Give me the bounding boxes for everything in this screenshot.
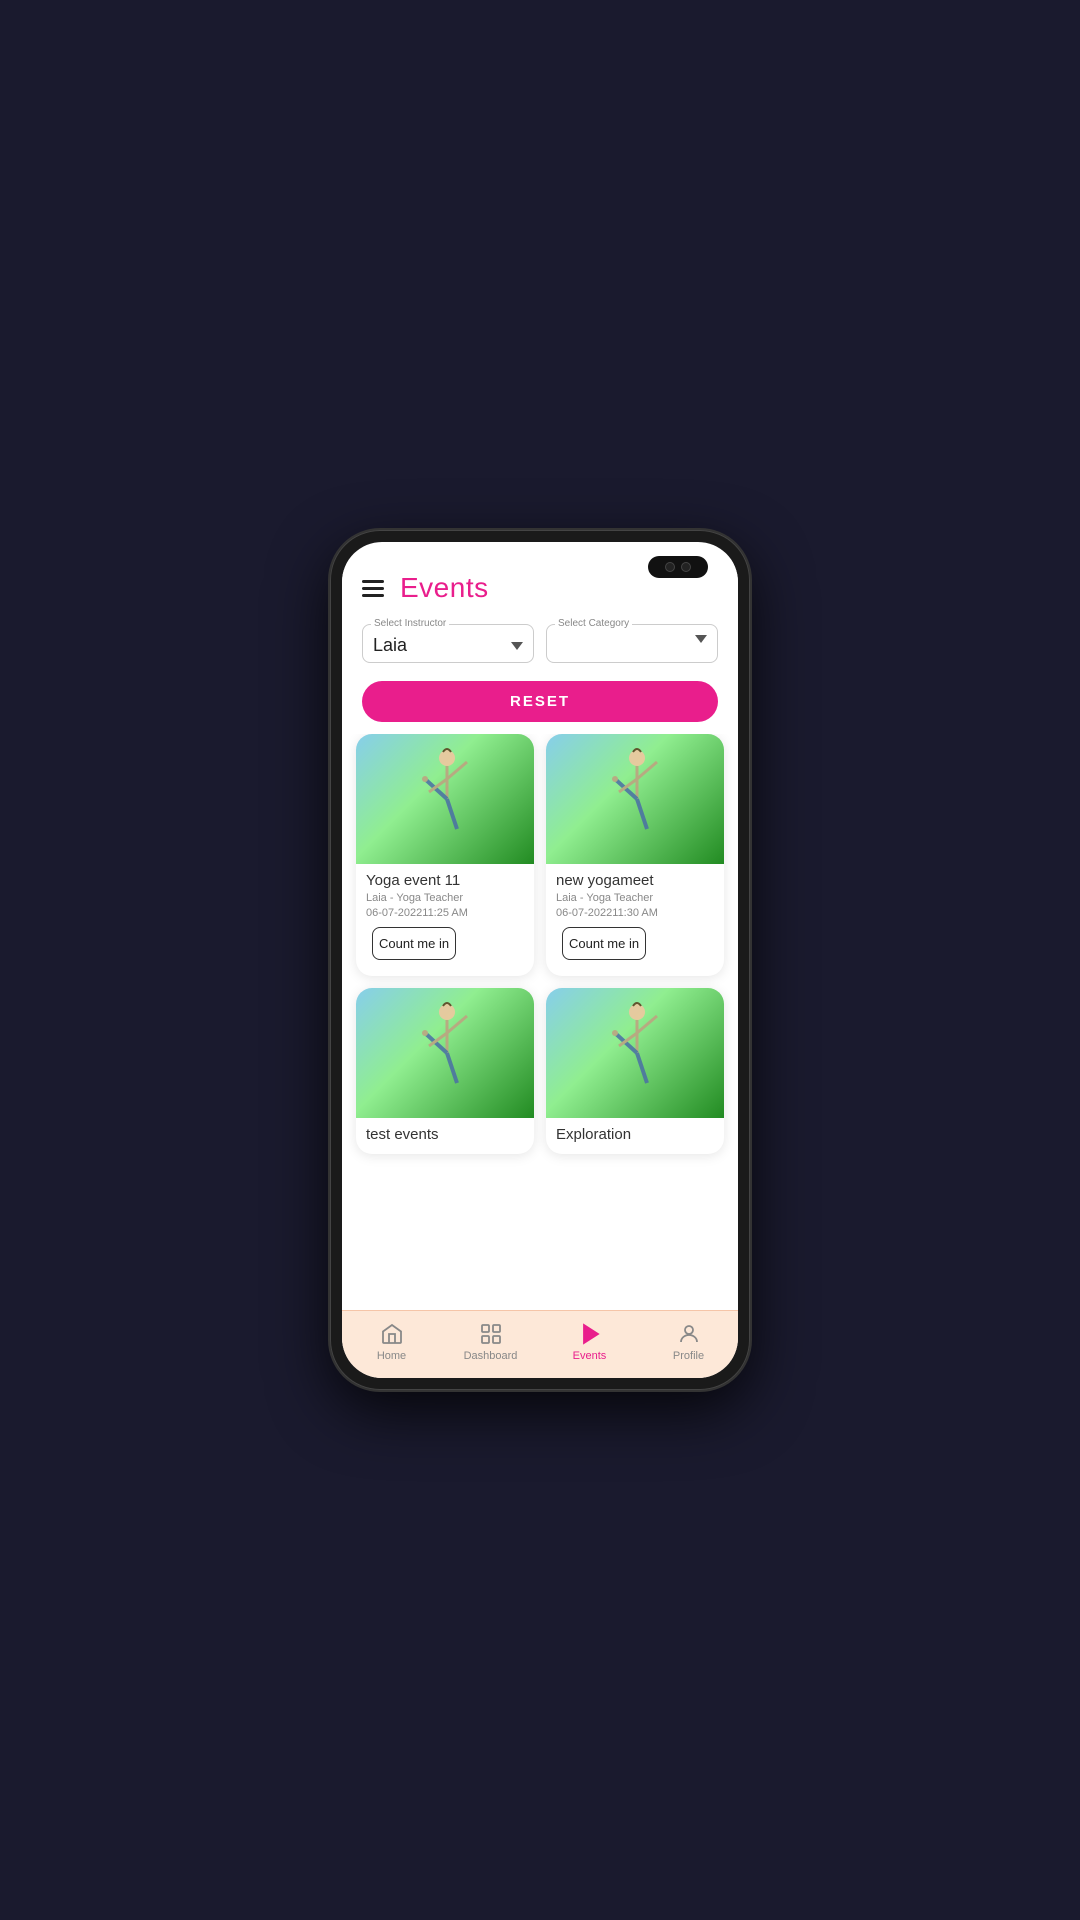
nav-label-dashboard: Dashboard xyxy=(464,1350,518,1362)
event-card-1: Yoga event 11 Laia - Yoga Teacher 06-07-… xyxy=(356,734,534,976)
phone-screen: Events Select Instructor Laia Select Cat… xyxy=(342,542,738,1378)
nav-item-events[interactable]: Events xyxy=(540,1321,639,1362)
instructor-value: Laia xyxy=(373,635,407,656)
event-instructor-2: Laia - Yoga Teacher xyxy=(556,892,714,904)
profile-icon xyxy=(676,1321,702,1347)
filters-row: Select Instructor Laia Select Category xyxy=(342,614,738,673)
camera-dot-1 xyxy=(665,562,675,572)
home-icon xyxy=(379,1321,405,1347)
menu-button[interactable] xyxy=(362,580,384,597)
nav-label-home: Home xyxy=(377,1350,406,1362)
event-info-4: Exploration xyxy=(546,1118,724,1154)
event-name-3: test events xyxy=(366,1126,524,1143)
event-info-3: test events xyxy=(356,1118,534,1154)
event-image-3 xyxy=(356,988,534,1118)
count-me-in-button-1[interactable]: Count me in xyxy=(372,927,456,960)
instructor-dropdown[interactable]: Select Instructor Laia xyxy=(362,624,534,663)
nav-label-events: Events xyxy=(573,1350,607,1362)
event-image-2 xyxy=(546,734,724,864)
event-name-4: Exploration xyxy=(556,1126,714,1143)
reset-button[interactable]: RESET xyxy=(362,681,718,722)
category-chevron-icon xyxy=(695,635,707,643)
camera-dot-2 xyxy=(681,562,691,572)
event-info-1: Yoga event 11 Laia - Yoga Teacher 06-07-… xyxy=(356,864,534,976)
event-image-1 xyxy=(356,734,534,864)
events-grid: Yoga event 11 Laia - Yoga Teacher 06-07-… xyxy=(356,734,724,1154)
event-card-3: test events xyxy=(356,988,534,1154)
event-instructor-1: Laia - Yoga Teacher xyxy=(366,892,524,904)
phone-frame: Events Select Instructor Laia Select Cat… xyxy=(330,530,750,1390)
instructor-label: Select Instructor xyxy=(371,618,449,629)
page-title: Events xyxy=(400,572,489,604)
event-card-2: new yogameet Laia - Yoga Teacher 06-07-2… xyxy=(546,734,724,976)
category-dropdown[interactable]: Select Category xyxy=(546,624,718,663)
instructor-chevron-icon xyxy=(511,642,523,650)
event-name-1: Yoga event 11 xyxy=(366,872,524,889)
nav-item-home[interactable]: Home xyxy=(342,1321,441,1362)
event-image-4 xyxy=(546,988,724,1118)
nav-item-dashboard[interactable]: Dashboard xyxy=(441,1321,540,1362)
event-date-1: 06-07-202211:25 AM xyxy=(366,907,524,919)
camera-bar xyxy=(648,556,708,578)
count-me-in-button-2[interactable]: Count me in xyxy=(562,927,646,960)
category-label: Select Category xyxy=(555,618,632,629)
event-info-2: new yogameet Laia - Yoga Teacher 06-07-2… xyxy=(546,864,724,976)
events-scroll: Yoga event 11 Laia - Yoga Teacher 06-07-… xyxy=(342,734,738,1310)
event-name-2: new yogameet xyxy=(556,872,714,889)
events-icon xyxy=(577,1321,603,1347)
nav-item-profile[interactable]: Profile xyxy=(639,1321,738,1362)
bottom-nav: Home Dashboard xyxy=(342,1310,738,1378)
dashboard-icon xyxy=(478,1321,504,1347)
event-card-4: Exploration xyxy=(546,988,724,1154)
nav-label-profile: Profile xyxy=(673,1350,704,1362)
event-date-2: 06-07-202211:30 AM xyxy=(556,907,714,919)
